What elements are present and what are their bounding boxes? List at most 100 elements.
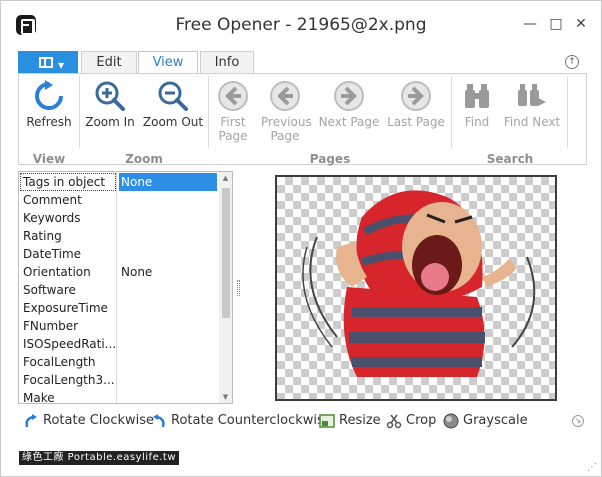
find-label: Find xyxy=(464,115,490,129)
refresh-icon xyxy=(35,80,63,110)
grayscale-icon xyxy=(443,413,459,428)
properties-scrollbar[interactable]: ▲ ▼ xyxy=(219,172,232,403)
property-key: Software xyxy=(23,283,76,297)
group-divider xyxy=(451,76,452,148)
property-key: FocalLength xyxy=(23,355,96,369)
last-page-button[interactable]: Last Page xyxy=(385,74,447,149)
tab-view[interactable]: View xyxy=(138,51,198,74)
refresh-button[interactable]: Refresh xyxy=(23,74,75,149)
preview-image xyxy=(302,190,536,377)
property-row[interactable]: DateTime xyxy=(19,245,219,263)
maximize-button[interactable]: □ xyxy=(546,15,566,33)
scroll-up-icon[interactable]: ▲ xyxy=(219,174,232,182)
grayscale-button[interactable]: Grayscale xyxy=(443,411,528,431)
arrow-right-icon xyxy=(401,81,431,111)
property-key: Tags in object xyxy=(20,173,116,191)
rotate-clockwise-button[interactable]: Rotate Clockwise xyxy=(23,411,154,431)
find-button[interactable]: Find xyxy=(455,74,499,149)
grayscale-label: Grayscale xyxy=(463,413,528,428)
binoculars-next-icon xyxy=(518,84,546,106)
property-row[interactable]: Make xyxy=(19,389,219,404)
group-label-search: Search xyxy=(486,152,534,166)
app-menu-icon xyxy=(39,57,53,68)
property-row[interactable]: FNumber xyxy=(19,317,219,335)
property-value[interactable]: None xyxy=(119,173,217,191)
zoom-in-button[interactable]: Zoom In xyxy=(81,74,139,149)
resize-label: Resize xyxy=(339,413,381,428)
last-page-label: Last Page xyxy=(387,115,445,129)
property-row[interactable]: Keywords xyxy=(19,209,219,227)
scissors-icon xyxy=(386,414,402,428)
property-row[interactable]: FocalLength xyxy=(19,353,219,371)
find-next-button[interactable]: Find Next xyxy=(501,74,563,149)
footer-watermark: 綠色工廠 Portable.easylife.tw xyxy=(19,451,180,465)
arrow-left-icon xyxy=(218,81,248,111)
property-key: Keywords xyxy=(23,211,81,225)
group-label-zoom: Zoom xyxy=(125,152,163,166)
image-toolbar: Rotate Clockwise Rotate Counterclockwise… xyxy=(19,411,579,431)
crop-label: Crop xyxy=(406,413,437,428)
find-next-label: Find Next xyxy=(503,115,561,129)
property-row[interactable]: FocalLength3... xyxy=(19,371,219,389)
expand-toolbar-button[interactable]: ↘ xyxy=(572,415,584,427)
ribbon-panel: Refresh Zoom In Zoom Out First Page Prev… xyxy=(18,73,587,166)
property-key: FNumber xyxy=(23,319,79,333)
ribbon-tabs: ▼ Edit View Info ↑ xyxy=(18,51,588,74)
property-key: FocalLength3... xyxy=(23,373,115,387)
zoom-in-icon xyxy=(95,81,125,111)
property-key: ISOSpeedRati... xyxy=(23,337,115,351)
property-key: Rating xyxy=(23,229,62,243)
arrow-left-icon xyxy=(270,81,300,111)
resize-grip-icon[interactable]: ⋰ xyxy=(587,462,599,474)
property-key: ExposureTime xyxy=(23,301,108,315)
property-row[interactable]: Orientation None xyxy=(19,263,219,281)
rotate-counterclockwise-label: Rotate Counterclockwise xyxy=(171,413,332,428)
collapse-ribbon-button[interactable]: ↑ xyxy=(565,55,579,69)
binoculars-icon xyxy=(465,84,489,108)
zoom-out-label: Zoom Out xyxy=(142,115,204,129)
previous-page-label: Previous Page xyxy=(261,115,312,143)
property-key: Orientation xyxy=(23,265,91,279)
title-bar: Free Opener - 21965@2x.png — □ ✕ xyxy=(1,1,601,49)
zoom-out-button[interactable]: Zoom Out xyxy=(141,74,205,149)
property-row[interactable]: Comment xyxy=(19,191,219,209)
close-button[interactable]: ✕ xyxy=(571,15,591,33)
image-viewer[interactable] xyxy=(275,175,557,401)
group-divider xyxy=(79,76,80,148)
crop-button[interactable]: Crop xyxy=(386,411,436,431)
rotate-counterclockwise-icon xyxy=(153,413,165,427)
rotate-clockwise-label: Rotate Clockwise xyxy=(43,413,155,428)
resize-icon xyxy=(319,413,335,428)
property-value[interactable]: None xyxy=(119,263,217,281)
scroll-down-icon[interactable]: ▼ xyxy=(219,393,232,401)
group-label-pages: Pages xyxy=(309,152,351,166)
rotate-counterclockwise-button[interactable]: Rotate Counterclockwise xyxy=(151,411,332,431)
minimize-button[interactable]: — xyxy=(520,15,540,33)
first-page-label: First Page xyxy=(218,115,248,143)
property-row[interactable]: Software xyxy=(19,281,219,299)
first-page-button[interactable]: First Page xyxy=(209,74,257,149)
property-row[interactable]: ExposureTime xyxy=(19,299,219,317)
zoom-out-icon xyxy=(158,81,188,111)
next-page-label: Next Page xyxy=(318,115,380,129)
resize-button[interactable]: Resize xyxy=(319,411,381,431)
properties-list[interactable]: Tags in object None Comment Keywords Rat… xyxy=(18,171,233,404)
group-divider xyxy=(567,76,568,148)
property-key: DateTime xyxy=(23,247,82,261)
property-row[interactable]: Tags in object None xyxy=(19,173,219,191)
group-label-view: View xyxy=(32,152,66,166)
property-key: Make xyxy=(23,391,55,404)
refresh-label: Refresh xyxy=(26,115,72,129)
tab-edit[interactable]: Edit xyxy=(81,51,137,73)
panel-splitter[interactable] xyxy=(237,280,240,296)
previous-page-button[interactable]: Previous Page xyxy=(259,74,312,149)
app-window: Free Opener - 21965@2x.png — □ ✕ ▼ Edit … xyxy=(0,0,602,477)
tab-info[interactable]: Info xyxy=(200,51,254,73)
window-title: Free Opener - 21965@2x.png xyxy=(175,15,427,35)
property-row[interactable]: Rating xyxy=(19,227,219,245)
arrow-right-icon xyxy=(334,81,364,111)
next-page-button[interactable]: Next Page xyxy=(317,74,381,149)
scrollbar-thumb[interactable] xyxy=(222,188,230,318)
property-row[interactable]: ISOSpeedRati... xyxy=(19,335,219,353)
tab-app-menu[interactable]: ▼ xyxy=(18,51,78,73)
